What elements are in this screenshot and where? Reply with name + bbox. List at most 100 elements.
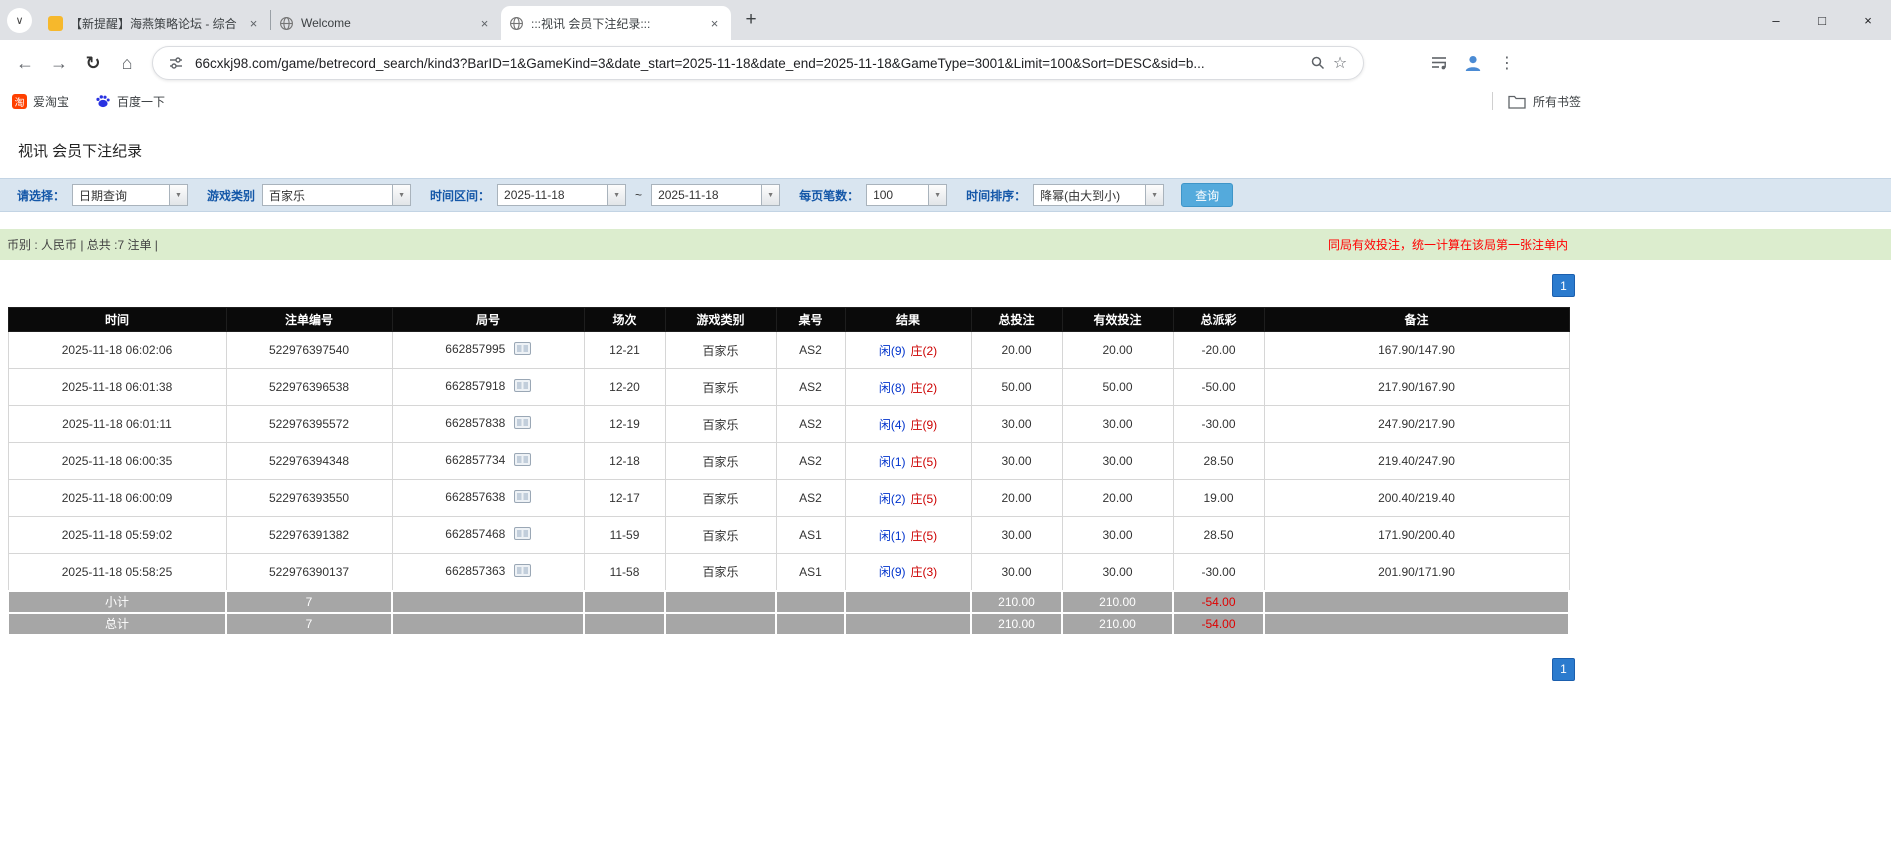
game-type-value[interactable]: 百家乐 (262, 184, 393, 206)
bookmark-star-icon[interactable]: ☆ (1329, 52, 1351, 74)
chevron-down-icon[interactable]: ▼ (607, 184, 627, 206)
game-result-icon[interactable] (513, 379, 531, 395)
close-window-button[interactable]: × (1845, 0, 1891, 40)
folder-icon (1508, 94, 1526, 109)
cell-table-number: AS2 (775, 368, 846, 406)
maximize-button[interactable]: □ (1799, 0, 1845, 40)
cell-total-bet-link[interactable]: 30.00 (970, 553, 1063, 591)
game-result-icon[interactable] (513, 527, 531, 543)
total-total-bet: 210.00 (970, 611, 1063, 636)
result-banker: 庄(3) (910, 565, 938, 580)
tab-search-icon[interactable]: ∨ (7, 7, 32, 33)
date-end-input[interactable]: 2025-11-18 ▼ (651, 184, 781, 206)
cell-game-type: 百家乐 (664, 553, 777, 591)
game-result-icon[interactable] (513, 563, 531, 580)
column-header: 游戏类别 (664, 307, 777, 332)
media-controls-icon[interactable] (1422, 46, 1456, 80)
cell-total-bet-link[interactable]: 30.00 (970, 442, 1063, 480)
game-result-icon[interactable] (513, 416, 531, 432)
chevron-down-icon[interactable]: ▼ (1145, 184, 1165, 206)
cell-session: 11-58 (583, 553, 666, 591)
browser-tab-3-active[interactable]: :::视讯 会员下注纪录::: × (501, 6, 731, 40)
round-id-text: 662857995 (445, 342, 506, 356)
site-settings-icon[interactable] (165, 52, 187, 74)
result-banker: 庄(5) (910, 528, 938, 543)
browser-window: ∨ 【新提醒】海燕策略论坛 - 综合 × Welcome × :::视讯 会员下… (0, 0, 1891, 860)
cell-time: 2025-11-18 05:59:02 (7, 516, 227, 554)
bet-table-head: 时间 注单编号 局号 场次 游戏类别 桌号 结果 总投注 有效投注 总派彩 备注 (7, 307, 1570, 332)
cell-payout: -30.00 (1172, 405, 1265, 443)
bet-records-table: 时间 注单编号 局号 场次 游戏类别 桌号 结果 总投注 有效投注 总派彩 备注 2025-11-1… (7, 307, 1570, 636)
home-button[interactable]: ⌂ (110, 46, 144, 80)
total-label: 总计 (7, 611, 227, 636)
cell-payout: 19.00 (1172, 479, 1265, 517)
cell-session: 12-17 (583, 479, 666, 517)
date-start-input[interactable]: 2025-11-18 ▼ (497, 184, 627, 206)
cell-result: 闲(1) 庄(5) (844, 516, 972, 554)
cell-total-bet-link[interactable]: 30.00 (970, 405, 1063, 443)
date-start-value[interactable]: 2025-11-18 (497, 184, 608, 206)
reload-button[interactable]: ↻ (76, 46, 110, 80)
back-button[interactable]: ← (8, 46, 42, 80)
result-player: 闲(8) (878, 380, 906, 395)
cell-table-number: AS2 (775, 405, 846, 443)
minimize-button[interactable]: – (1753, 0, 1799, 40)
per-page-input[interactable]: 100 ▼ (866, 184, 948, 206)
page-title: 视讯 会员下注纪录 (18, 143, 143, 160)
cell-note: 171.90/200.40 (1263, 516, 1570, 554)
column-header: 桌号 (775, 307, 846, 332)
sort-select[interactable]: 降幂(由大到小) ▼ (1033, 184, 1165, 206)
browser-menu-icon[interactable]: ⋮ (1490, 46, 1524, 80)
select-label: 请选择： (17, 188, 66, 203)
game-result-icon[interactable] (513, 342, 531, 358)
cell-payout: 28.50 (1172, 442, 1265, 480)
per-page-value[interactable]: 100 (866, 184, 929, 206)
cell-bet-id: 522976390137 (225, 553, 393, 591)
round-id-text: 662857363 (445, 563, 506, 578)
cell-payout: -30.00 (1172, 553, 1265, 591)
chevron-down-icon[interactable]: ▼ (928, 184, 948, 206)
profile-avatar-icon[interactable] (1456, 46, 1490, 80)
tab-title: Welcome (301, 16, 351, 30)
table-row: 2025-11-18 06:02:06 522976397540 6628579… (7, 331, 1570, 369)
game-result-icon[interactable] (513, 490, 531, 506)
cell-total-bet-link[interactable]: 20.00 (970, 331, 1063, 369)
chevron-down-icon[interactable]: ▼ (761, 184, 781, 206)
browser-tab-2[interactable]: Welcome × (271, 6, 501, 40)
cell-total-bet-link[interactable]: 50.00 (970, 368, 1063, 406)
sort-value[interactable]: 降幂(由大到小) (1033, 184, 1146, 206)
date-end-value[interactable]: 2025-11-18 (651, 184, 762, 206)
cell-round-id: 662857918 (391, 368, 585, 406)
query-type-value[interactable]: 日期查询 (72, 184, 170, 206)
bookmark-taobao[interactable]: 淘 爱淘宝 (12, 93, 69, 110)
window-controls: – □ × (1753, 0, 1891, 40)
chevron-down-icon[interactable]: ▼ (392, 184, 412, 206)
search-button[interactable]: 查询 (1181, 183, 1234, 207)
browser-tab-1[interactable]: 【新提醒】海燕策略论坛 - 综合 × (40, 6, 270, 40)
cell-total-bet-link[interactable]: 30.00 (970, 516, 1063, 554)
taobao-icon: 淘 (12, 93, 27, 109)
new-tab-button[interactable]: + (737, 6, 765, 34)
cell-bet-id: 522976391382 (225, 516, 393, 554)
game-result-icon[interactable] (513, 453, 531, 469)
tab-title: 【新提醒】海燕策略论坛 - 综合 (70, 16, 237, 31)
bookmark-baidu[interactable]: 百度一下 (95, 93, 165, 110)
query-type-select[interactable]: 日期查询 ▼ (72, 184, 189, 206)
all-bookmarks[interactable]: 所有书签 (1492, 86, 1581, 116)
game-type-select[interactable]: 百家乐 ▼ (262, 184, 412, 206)
cell-round-id: 662857995 (391, 331, 585, 369)
page-number-button[interactable]: 1 (1552, 274, 1575, 297)
chevron-down-icon[interactable]: ▼ (169, 184, 189, 206)
tab-close-icon[interactable]: × (245, 15, 262, 32)
zoom-icon[interactable] (1307, 52, 1329, 74)
forward-button[interactable]: → (42, 46, 76, 80)
bet-table-footer: 小计 7 210.00 210.00 -54.00 总计 7 210.00 21… (7, 589, 1570, 636)
cell-total-bet-link[interactable]: 20.00 (970, 479, 1063, 517)
page-number-button[interactable]: 1 (1552, 657, 1575, 681)
round-id-text: 662857838 (445, 416, 506, 430)
bet-table-body: 2025-11-18 06:02:06 522976397540 6628579… (7, 331, 1570, 591)
tab-close-icon[interactable]: × (476, 15, 493, 32)
subtotal-row: 小计 7 210.00 210.00 -54.00 (7, 589, 1570, 614)
address-bar[interactable]: 66cxkj98.com/game/betrecord_search/kind3… (152, 46, 1364, 80)
tab-close-icon[interactable]: × (706, 15, 723, 32)
